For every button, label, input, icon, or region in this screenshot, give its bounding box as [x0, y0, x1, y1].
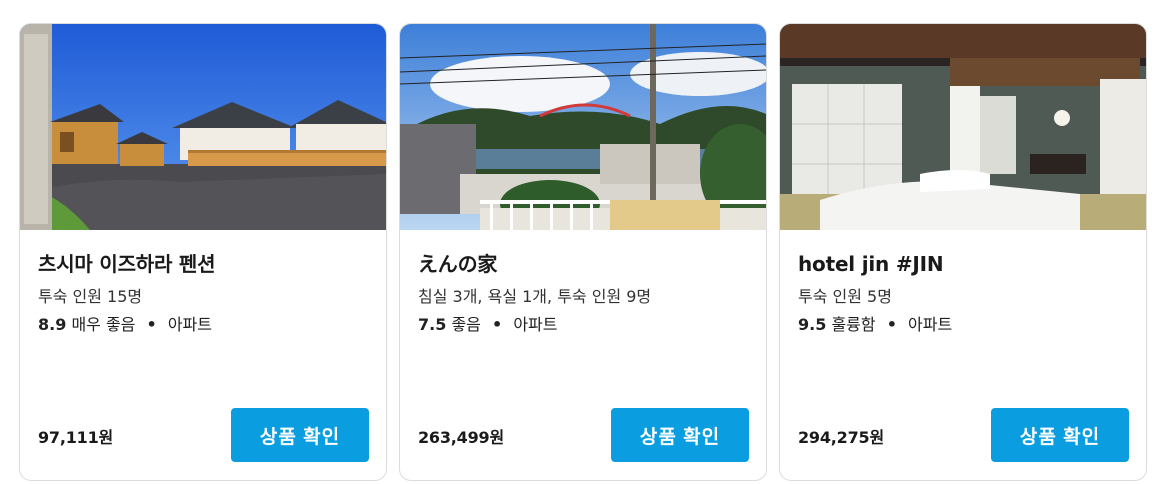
- listing-cards: 츠시마 이즈하라 펜션 투숙 인원 15명 8.9 매우 좋음 • 아파트 97…: [19, 23, 1147, 481]
- view-deal-button[interactable]: 상품 확인: [991, 408, 1129, 462]
- listing-photo[interactable]: [20, 24, 386, 230]
- property-type: 아파트: [513, 315, 558, 334]
- listing-details: 투숙 인원 5명: [798, 287, 892, 306]
- rating-separator: •: [491, 315, 503, 334]
- rating-separator: •: [886, 315, 897, 334]
- listing-price: 97,111원: [38, 428, 114, 447]
- rating-label: 좋음: [451, 315, 481, 334]
- listing-title[interactable]: 츠시마 이즈하라 펜션: [38, 250, 368, 278]
- listing-title[interactable]: えんの家: [418, 250, 748, 278]
- listing-card[interactable]: えんの家 침실 3개, 욕실 1개, 투숙 인원 9명 7.5 좋음 • 아파트…: [399, 23, 767, 481]
- view-deal-button[interactable]: 상품 확인: [611, 408, 749, 462]
- japanese-room-image: [780, 24, 1146, 230]
- property-type: 아파트: [167, 315, 212, 334]
- listing-details: 침실 3개, 욕실 1개, 투숙 인원 9명: [418, 287, 652, 306]
- rating-score: 7.5: [418, 315, 447, 334]
- listing-rating: 7.5 좋음 • 아파트: [418, 314, 748, 336]
- listing-card[interactable]: 츠시마 이즈하라 펜션 투숙 인원 15명 8.9 매우 좋음 • 아파트 97…: [19, 23, 387, 481]
- listing-title[interactable]: hotel jin #JIN: [798, 250, 1128, 278]
- pension-cabins-image: [20, 24, 386, 230]
- listing-rating: 8.9 매우 좋음 • 아파트: [38, 314, 368, 336]
- listing-card[interactable]: hotel jin #JIN 투숙 인원 5명 9.5 훌륭함 • 아파트 29…: [779, 23, 1147, 481]
- listing-rating: 9.5 훌륭함 • 아파트: [798, 314, 1128, 336]
- rating-separator: •: [146, 315, 157, 334]
- listing-photo[interactable]: [400, 24, 766, 230]
- rating-label: 훌륭함: [831, 315, 876, 334]
- property-type: 아파트: [908, 315, 953, 334]
- listing-details: 투숙 인원 15명: [38, 287, 143, 306]
- listing-photo[interactable]: [780, 24, 1146, 230]
- rating-label: 매우 좋음: [71, 315, 136, 334]
- harbor-view-image: [400, 24, 766, 230]
- view-deal-button[interactable]: 상품 확인: [231, 408, 369, 462]
- rating-score: 8.9: [38, 315, 67, 334]
- listing-price: 294,275원: [798, 428, 884, 447]
- rating-score: 9.5: [798, 315, 827, 334]
- listing-price: 263,499원: [418, 428, 504, 447]
